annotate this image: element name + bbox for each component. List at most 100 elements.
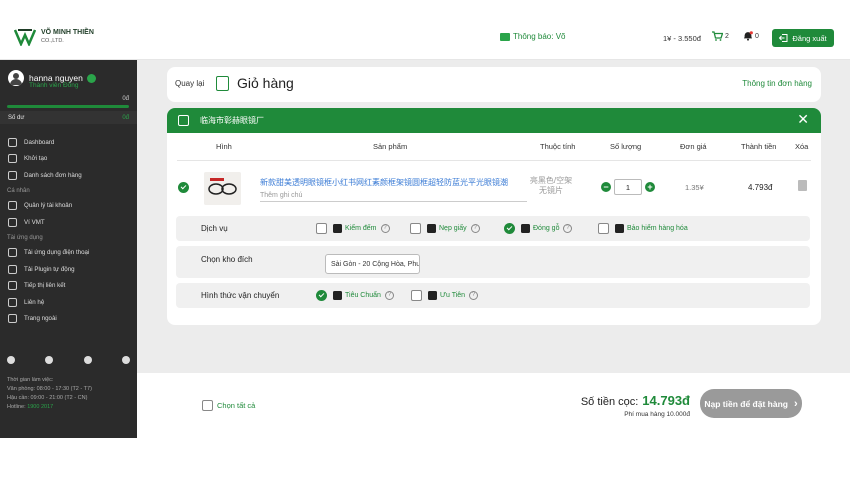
- services-row: Dịch vụ Kiểm đếm ? Nẹp giấy ? Đóng gỗ ?: [176, 216, 810, 241]
- shipping-label: Hình thức vận chuyển: [201, 291, 280, 300]
- checkbox[interactable]: [598, 223, 609, 234]
- user-rank: Thành viên Đồng: [29, 82, 79, 89]
- col-total: Thành tiền: [741, 142, 777, 151]
- service-count[interactable]: Kiểm đếm ?: [316, 223, 390, 234]
- note-input[interactable]: Thêm ghi chú: [260, 192, 527, 202]
- shipping-standard[interactable]: Tiêu Chuẩn ?: [316, 290, 394, 301]
- help-icon[interactable]: ?: [380, 224, 390, 233]
- page-title: Giỏ hàng: [237, 75, 294, 91]
- brand-logo[interactable]: VÕ MINH THIỀN CO.,LTD.: [13, 28, 94, 48]
- select-all-checkbox[interactable]: [202, 400, 213, 411]
- close-icon[interactable]: ✕: [797, 111, 809, 128]
- logout-icon: [779, 34, 788, 42]
- checked-checkbox[interactable]: [504, 223, 515, 234]
- sidebar-item-label: Dashboard: [24, 138, 55, 146]
- instagram-icon[interactable]: [45, 356, 54, 364]
- shop-name: 临海市彰赫眼镜厂: [200, 116, 264, 125]
- decrease-button[interactable]: −: [601, 182, 611, 192]
- plane-icon: [428, 291, 437, 300]
- sidebar-item-wallet[interactable]: Ví VMT: [0, 214, 137, 231]
- dashboard-icon: [8, 137, 17, 147]
- grid-icon: [8, 154, 17, 164]
- sidebar-item-external[interactable]: Trang ngoài: [0, 311, 137, 328]
- balance-label: Số dư: [8, 114, 25, 121]
- checkbox[interactable]: [410, 223, 421, 234]
- bell-button[interactable]: 0: [743, 31, 759, 41]
- shipping-row: Hình thức vận chuyển Tiêu Chuẩn ? Ưu Tiê…: [176, 283, 810, 308]
- sidebar-item-affiliate[interactable]: Tiếp thị liên kết: [0, 278, 137, 295]
- brand-name: VÕ MINH THIỀN: [41, 29, 94, 36]
- service-paper-wrap[interactable]: Nẹp giấy ?: [410, 223, 480, 234]
- warehouse-row: Chọn kho đích Sài Gòn - 20 Cộng Hòa, Phư…: [176, 246, 810, 278]
- help-icon[interactable]: ?: [563, 224, 573, 233]
- product-title-link[interactable]: 新款甜美透明眼镜框小红书网红素颜框架镜圆框超轻防蓝光平光眼镜潮: [260, 177, 527, 188]
- verified-icon: [86, 73, 96, 83]
- sidebar-item-contact[interactable]: Liên hệ: [0, 294, 137, 311]
- cart-icon: [712, 31, 723, 41]
- option-label: Nẹp giấy: [439, 225, 467, 232]
- sidebar-item-orders[interactable]: Danh sách đơn hàng: [0, 167, 137, 184]
- service-insurance[interactable]: Bảo hiểm hàng hóa: [598, 223, 688, 234]
- checkbox[interactable]: [316, 223, 327, 234]
- back-button[interactable]: Quay lại: [175, 79, 204, 88]
- help-icon[interactable]: ?: [469, 291, 479, 300]
- sidebar-item-dashboard[interactable]: Dashboard: [0, 134, 137, 151]
- order-info-link[interactable]: Thông tin đơn hàng: [742, 79, 812, 88]
- working-hours: Thời gian làm việc: Văn phòng: 08:00 - 1…: [7, 376, 92, 412]
- divider: [177, 160, 811, 161]
- select-all[interactable]: Chọn tất cả: [202, 400, 255, 411]
- service-wood-crate[interactable]: Đóng gỗ ?: [504, 223, 573, 234]
- globe-icon: [8, 297, 17, 307]
- help-icon[interactable]: ?: [470, 224, 480, 233]
- wallet-icon: [8, 217, 17, 227]
- hours-support: Hậu cần: 09:00 - 21:00 (T2 - CN): [7, 395, 88, 401]
- item-checkbox[interactable]: [178, 182, 189, 193]
- bell-icon: [744, 31, 753, 41]
- trash-icon[interactable]: [798, 180, 807, 191]
- hours-title: Thời gian làm việc:: [7, 377, 54, 383]
- notification-link[interactable]: Thông báo: Võ: [500, 32, 565, 41]
- shield-icon: [615, 224, 624, 233]
- section-personal: Cá nhân: [7, 187, 30, 194]
- quantity-input[interactable]: 1: [614, 179, 642, 195]
- shop-checkbox[interactable]: [178, 115, 189, 126]
- sidebar-item-label: Tải Plugin tự động: [24, 265, 75, 273]
- option-label: Đóng gỗ: [533, 225, 560, 232]
- sidebar-item-label: Trang ngoài: [24, 315, 57, 323]
- youtube-icon[interactable]: [121, 356, 130, 364]
- sidebar-item-mobile[interactable]: Tải ứng dụng điện thoại: [0, 245, 137, 262]
- col-qty: Số lượng: [610, 142, 642, 151]
- shipping-priority[interactable]: Ưu Tiên ?: [411, 290, 479, 301]
- cart-count: 2: [725, 32, 729, 40]
- deposit-order-button[interactable]: Nạp tiền để đặt hàng ›: [700, 389, 802, 418]
- deposit-value: 14.793đ: [642, 393, 690, 408]
- social-links: [7, 356, 130, 364]
- checked-checkbox[interactable]: [316, 290, 327, 301]
- sidebar-item-plugin[interactable]: Tải Plugin tự động: [0, 261, 137, 278]
- sidebar-item-account[interactable]: Quản lý tài khoản: [0, 198, 137, 215]
- checkbox[interactable]: [411, 290, 422, 301]
- sidebar-item-create[interactable]: Khởi tạo: [0, 151, 137, 168]
- product-image[interactable]: [204, 172, 241, 205]
- tiktok-icon[interactable]: [83, 356, 92, 364]
- orders-icon: [8, 170, 17, 180]
- deposit-order-label: Nạp tiền để đặt hàng: [704, 398, 788, 409]
- sidebar-item-label: Tiếp thị liên kết: [24, 282, 66, 290]
- unit-price: 1.35¥: [685, 183, 704, 192]
- app: VÕ MINH THIỀN CO.,LTD. Thông báo: Võ 1¥ …: [0, 0, 850, 438]
- cart-button[interactable]: 2: [712, 31, 729, 41]
- warehouse-select[interactable]: Sài Gòn - 20 Cộng Hòa, Phường 12: [325, 254, 420, 274]
- user-icon: [8, 201, 17, 211]
- crate-icon: [521, 224, 530, 233]
- sidebar: hanna nguyen Thành viên Đồng 0đ Số dư 0đ…: [0, 60, 137, 438]
- balance-row: Số dư 0đ: [0, 111, 137, 124]
- increase-button[interactable]: +: [645, 182, 655, 192]
- shop-header: 临海市彰赫眼镜厂 ✕: [167, 108, 821, 133]
- hotline-number[interactable]: 1900 2017: [27, 404, 53, 410]
- truck-icon: [333, 291, 342, 300]
- hotline-label: Hotline:: [7, 404, 26, 410]
- logout-button[interactable]: Đăng xuất: [772, 29, 834, 47]
- col-attr: Thuộc tính: [540, 142, 576, 151]
- help-icon[interactable]: ?: [384, 291, 394, 300]
- facebook-icon[interactable]: [7, 356, 15, 364]
